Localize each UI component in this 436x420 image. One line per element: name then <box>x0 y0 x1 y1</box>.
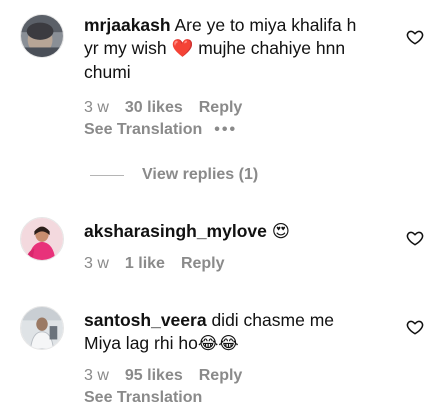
like-heart-icon[interactable] <box>406 28 424 46</box>
see-translation-link[interactable]: See Translation <box>84 121 202 139</box>
comment-line: Are ye to miya khalifa h <box>174 15 357 35</box>
replies-divider <box>90 174 124 176</box>
comment-line: mujhe chahiye hnn <box>198 38 346 58</box>
reply-button[interactable]: Reply <box>199 367 243 385</box>
view-replies-button[interactable]: View replies (1) <box>90 166 258 184</box>
comment-text: santosh_veera didi chasme me Miya lag rh… <box>84 309 384 356</box>
comment-time: 3 w <box>84 255 109 272</box>
see-translation-link[interactable]: See Translation <box>84 389 202 407</box>
translation-row: See Translation <box>84 389 202 407</box>
translation-row: See Translation ••• <box>84 121 237 139</box>
reply-button[interactable]: Reply <box>181 255 225 273</box>
comment-text: mrjaakash Are ye to miya khalifa h yr my… <box>84 14 404 84</box>
heart-emoji: ❤️ <box>171 39 194 59</box>
more-options-icon[interactable]: ••• <box>214 121 237 139</box>
comment-line: chumi <box>84 62 131 82</box>
likes-count[interactable]: 1 like <box>125 255 165 273</box>
avatar-aksharasingh[interactable] <box>20 217 64 261</box>
comment-username[interactable]: mrjaakash <box>84 15 171 35</box>
comment-meta: 3 w 95 likes Reply <box>84 367 242 385</box>
comment-time: 3 w <box>84 99 109 116</box>
laughing-emoji: 😂😂 <box>197 334 239 354</box>
like-heart-icon[interactable] <box>406 318 424 336</box>
comment-line: yr my wish <box>84 38 167 58</box>
likes-count[interactable]: 95 likes <box>125 367 183 385</box>
comment-text: aksharasingh_mylove 😍 <box>84 220 290 244</box>
avatar-santosh-veera[interactable] <box>20 306 64 350</box>
heart-eyes-emoji: 😍 <box>271 222 290 242</box>
view-replies-label[interactable]: View replies (1) <box>142 166 258 184</box>
comment-time: 3 w <box>84 367 109 384</box>
avatar-mrjaakash[interactable] <box>20 14 64 58</box>
likes-count[interactable]: 30 likes <box>125 99 183 117</box>
comment-line: Miya lag rhi ho <box>84 333 198 353</box>
comment-meta: 3 w 30 likes Reply <box>84 99 242 117</box>
comment-username[interactable]: santosh_veera <box>84 310 207 330</box>
comment-username[interactable]: aksharasingh_mylove <box>84 221 267 241</box>
comment-meta: 3 w 1 like Reply <box>84 255 225 273</box>
reply-button[interactable]: Reply <box>199 99 243 117</box>
like-heart-icon[interactable] <box>406 229 424 247</box>
comment-line: didi chasme me <box>211 310 335 330</box>
